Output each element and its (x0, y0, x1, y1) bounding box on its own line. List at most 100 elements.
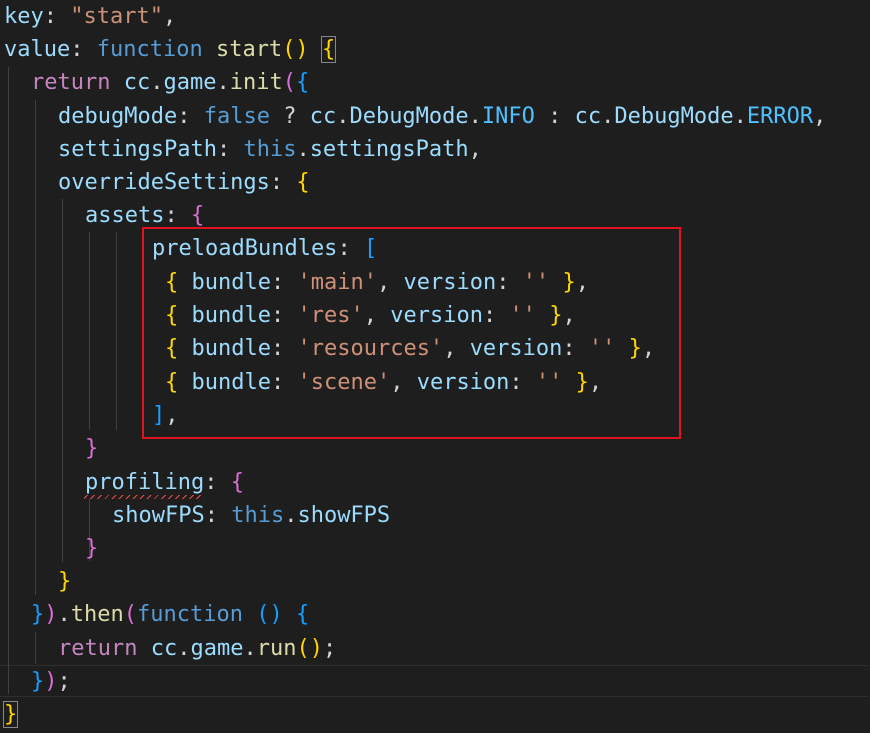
code-editor[interactable]: key: "start", value: function start() { … (0, 0, 870, 733)
ternary-operator: : (534, 104, 575, 129)
paren: () (296, 636, 323, 661)
code-line-22: } (2, 698, 19, 731)
code-line-14: } (85, 432, 98, 465)
return-keyword: return (58, 636, 138, 661)
semicolon: ; (57, 669, 71, 694)
paren: ) (44, 602, 58, 627)
brace: { (230, 470, 244, 495)
identifier: game (190, 636, 244, 661)
indent-guide (89, 232, 90, 430)
code-line-1: key: "start", (4, 0, 176, 33)
indent-guide (116, 232, 117, 430)
comma: , (813, 104, 827, 129)
colon: : (164, 203, 191, 228)
colon: : (70, 37, 97, 62)
comma: , (468, 137, 482, 162)
paren: ( (282, 70, 296, 95)
code-line-3: return cc.game.init({ (31, 66, 309, 99)
dot: . (468, 104, 482, 129)
property-key: showFPS (112, 503, 205, 528)
brace: { (296, 170, 310, 195)
identifier: DebugMode (349, 104, 469, 129)
property-key: value (4, 37, 71, 62)
brace: } (85, 536, 99, 561)
comma: , (162, 4, 177, 29)
code-line-19: }).then(function () { (31, 598, 309, 631)
property-access: showFPS (297, 503, 391, 528)
constant: ERROR (746, 104, 814, 129)
constant: INFO (481, 104, 535, 129)
identifier: cc (574, 104, 602, 129)
method-name: run (256, 636, 297, 661)
colon: : (269, 170, 297, 195)
ternary-operator: ? (269, 104, 310, 129)
method-name: then (70, 602, 124, 627)
colon: : (43, 4, 71, 29)
colon: : (204, 470, 231, 495)
code-line-6: overrideSettings: { (58, 166, 310, 199)
dot: . (296, 137, 310, 162)
dot: . (601, 104, 615, 129)
indent-guide (35, 100, 36, 595)
function-name: start (215, 37, 283, 62)
property-key: key (4, 4, 44, 29)
identifier: cc (309, 104, 337, 129)
error-squiggle (84, 495, 204, 499)
indent-guide (8, 67, 9, 694)
property-key: settingsPath (58, 137, 217, 162)
brace: { (190, 203, 205, 228)
indent-guide (35, 632, 36, 664)
boolean-literal: false (203, 104, 270, 129)
code-line-21: }); (31, 665, 71, 698)
code-line-20: return cc.game.run(); (58, 632, 336, 665)
code-line-2: value: function start() { (4, 33, 337, 66)
dot: . (150, 70, 164, 95)
method-name: init (229, 70, 283, 95)
code-line-5: settingsPath: this.settingsPath, (58, 133, 482, 166)
string-literal: "start" (70, 4, 163, 29)
dot: . (243, 636, 257, 661)
code-line-17: } (85, 532, 98, 565)
brace: { (295, 602, 310, 627)
property-access: settingsPath (309, 137, 469, 162)
this-keyword: this (231, 503, 285, 528)
paren: ( (123, 602, 137, 627)
identifier: cc (123, 70, 151, 95)
function-keyword: function (136, 602, 243, 627)
dot: . (216, 70, 230, 95)
close-brace-matched: } (2, 701, 19, 728)
dot: . (57, 602, 71, 627)
dot: . (284, 503, 298, 528)
code-line-4: debugMode: false ? cc.DebugMode.INFO : c… (58, 100, 826, 133)
paren: () (282, 37, 309, 62)
annotation-highlight-box (142, 227, 681, 439)
paren: ) (44, 669, 58, 694)
open-brace-matched: { (320, 36, 337, 63)
code-line-18: } (58, 565, 71, 598)
indent-guide (62, 199, 63, 562)
code-line-16: showFPS: this.showFPS (112, 499, 390, 532)
brace: } (31, 602, 45, 627)
colon: : (216, 137, 244, 162)
dot: . (733, 104, 747, 129)
function-keyword: function (96, 37, 203, 62)
brace: } (85, 436, 99, 461)
semicolon: ; (322, 636, 337, 661)
paren: () (256, 602, 283, 627)
brace: } (31, 669, 45, 694)
colon: : (177, 104, 204, 129)
identifier: DebugMode (614, 104, 734, 129)
dot: . (336, 104, 350, 129)
property-key: profiling (85, 470, 205, 495)
brace: { (295, 70, 310, 95)
property-key: debugMode (58, 104, 178, 129)
colon: : (204, 503, 232, 528)
brace: } (58, 569, 72, 594)
dot: . (177, 636, 191, 661)
return-keyword: return (31, 70, 111, 95)
property-key: assets (85, 203, 165, 228)
this-keyword: this (243, 137, 297, 162)
identifier: cc (150, 636, 178, 661)
property-key: overrideSettings (58, 170, 270, 195)
